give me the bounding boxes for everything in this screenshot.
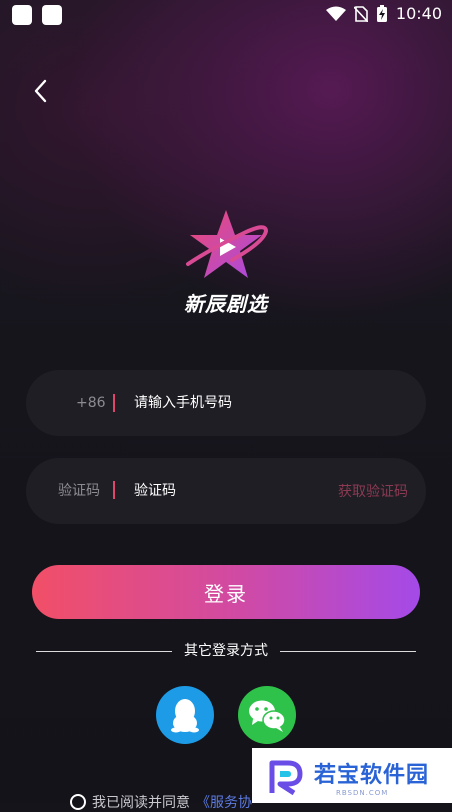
battery-charging-icon <box>376 4 387 22</box>
no-sim-icon <box>353 5 368 22</box>
watermark-title: 若宝软件园 <box>314 763 430 788</box>
wechat-login-button[interactable] <box>238 686 296 744</box>
agreement-row: 我已阅读并同意 《服务协 <box>70 792 252 812</box>
notification-icon <box>42 5 62 25</box>
app-brand-name: 新辰剧选 <box>184 292 268 316</box>
wechat-icon <box>249 700 286 732</box>
status-bar: 10:40 <box>0 0 452 32</box>
app-logo-icon <box>186 210 269 278</box>
code-input[interactable]: 验证码 <box>134 458 176 524</box>
phone-input[interactable]: 请输入手机号码 <box>134 370 232 436</box>
field-divider <box>113 481 115 499</box>
agreement-text: 我已阅读并同意 <box>92 795 190 811</box>
verification-code-field[interactable]: 验证码 验证码 获取验证码 <box>26 458 426 524</box>
other-login-title: 其它登录方式 <box>184 643 268 659</box>
watermark-subtitle: RBSDN.COM <box>336 789 389 797</box>
code-label: 验证码 <box>58 483 100 499</box>
get-code-button[interactable]: 获取验证码 <box>338 458 408 524</box>
service-agreement-link[interactable]: 《服务协 <box>196 792 252 812</box>
watermark: 若宝软件园 RBSDN.COM <box>252 748 452 803</box>
wifi-icon <box>325 6 346 21</box>
qq-icon <box>171 699 199 733</box>
divider-line <box>280 651 416 652</box>
divider-line <box>36 651 172 652</box>
field-divider <box>113 394 115 412</box>
phone-field[interactable]: +86 请输入手机号码 <box>26 370 426 436</box>
notification-icon <box>12 5 32 25</box>
agreement-checkbox[interactable] <box>70 794 86 810</box>
watermark-logo-icon <box>269 760 303 796</box>
login-button[interactable]: 登录 <box>32 565 420 619</box>
back-icon[interactable] <box>28 76 58 106</box>
qq-login-button[interactable] <box>156 686 214 744</box>
status-time: 10:40 <box>395 4 442 23</box>
country-code[interactable]: +86 <box>76 370 106 436</box>
other-login-divider: 其它登录方式 <box>0 641 452 661</box>
